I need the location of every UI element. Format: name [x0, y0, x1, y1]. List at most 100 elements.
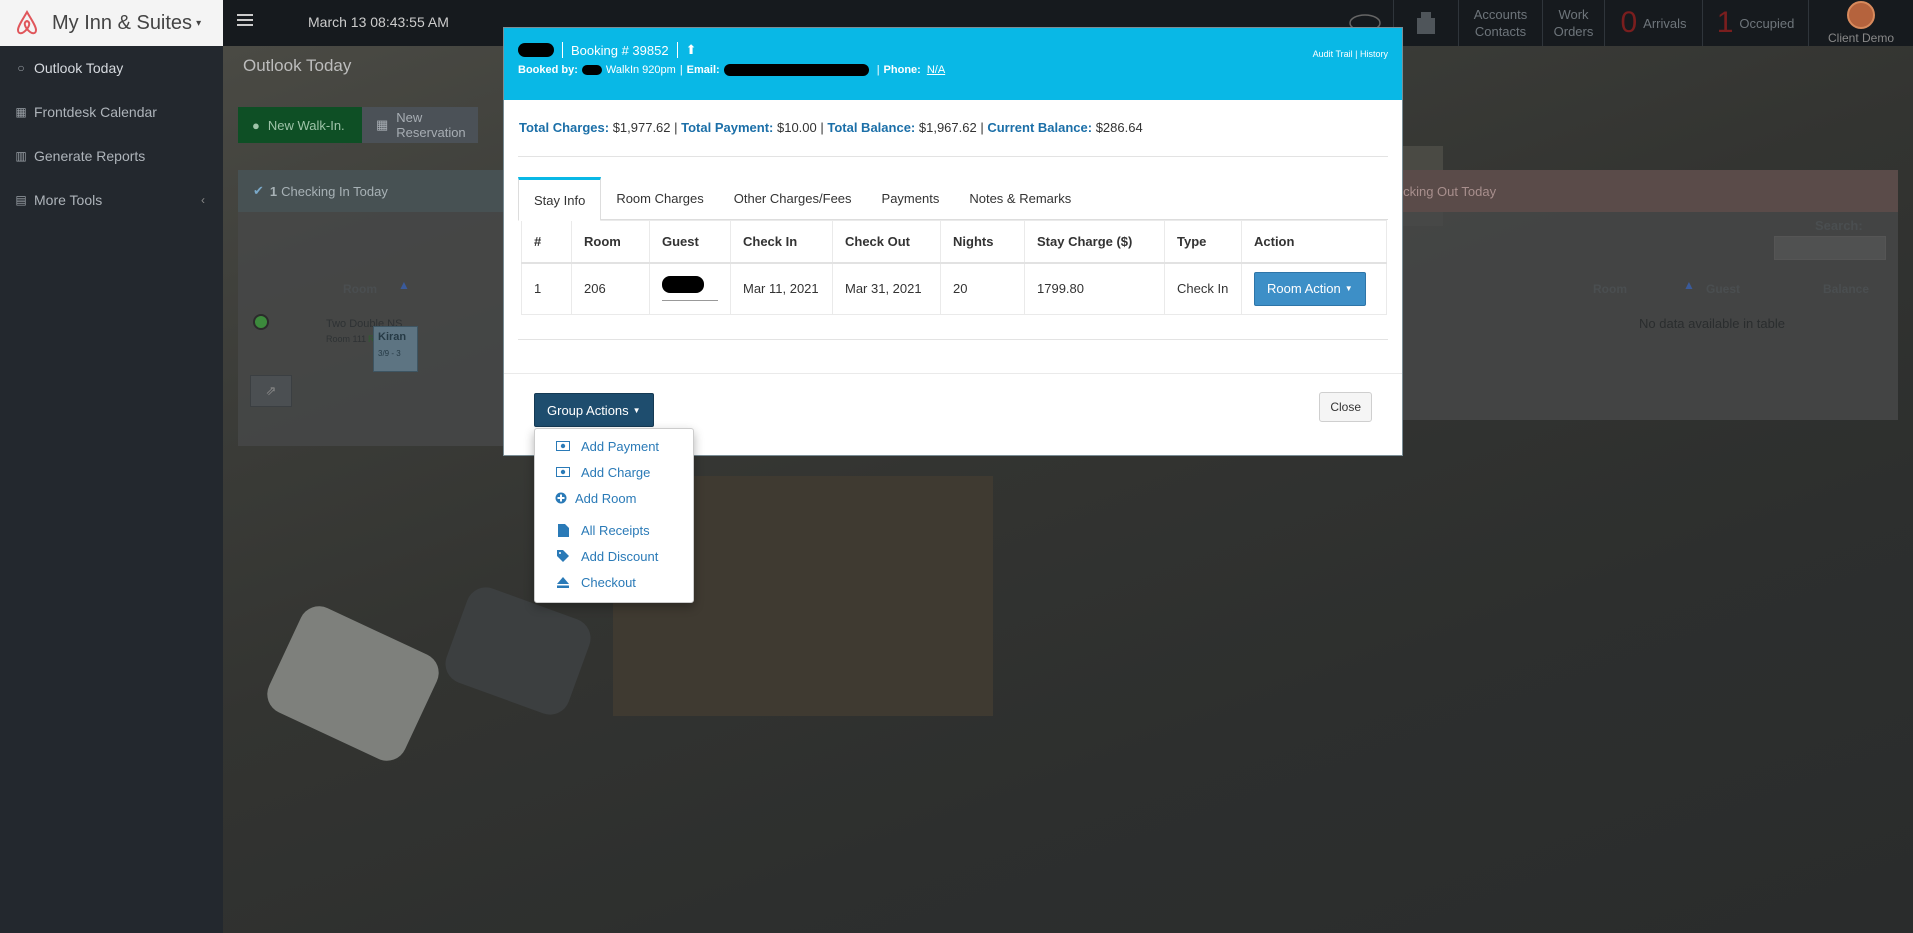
- tab-stay-info[interactable]: Stay Info: [518, 177, 602, 221]
- checking-out-header: 0 Checking Out Today: [1353, 170, 1898, 212]
- tab-notes-remarks[interactable]: Notes & Remarks: [954, 177, 1086, 220]
- calendar-icon: ▦: [15, 105, 27, 119]
- total-balance-value: $1,967.62: [918, 120, 977, 135]
- room-action-label: Room Action: [1267, 281, 1341, 297]
- row-stay-charge: 1799.80: [1024, 262, 1165, 315]
- col-room-header[interactable]: Room: [343, 282, 377, 296]
- total-charges-label: Total Charges:: [519, 120, 610, 135]
- sidebar-item-frontdesk-calendar[interactable]: ▦ Frontdesk Calendar: [0, 90, 223, 134]
- col-room-header[interactable]: Room: [1593, 282, 1627, 296]
- sidebar: My Inn & Suites ▾ ○ Outlook Today ▦ Fron…: [0, 0, 223, 933]
- new-walkin-button[interactable]: ● New Walk-In.: [238, 107, 362, 143]
- col-balance-header[interactable]: Balance: [1823, 282, 1869, 296]
- no-data-message: No data available in table: [1639, 316, 1785, 331]
- sidebar-item-generate-reports[interactable]: ▥ Generate Reports: [0, 134, 223, 178]
- arrivals-label: Arrivals: [1643, 15, 1687, 31]
- occupied-count: 1: [1716, 6, 1734, 39]
- room-number: Room 111: [326, 334, 367, 344]
- row-nights: 20: [940, 262, 1025, 315]
- stay-info-table: # Room Guest Check In Check Out Nights S…: [521, 220, 1387, 315]
- eject-icon: [555, 576, 571, 588]
- tab-payments[interactable]: Payments: [867, 177, 955, 220]
- redacted-guest-name: [662, 276, 704, 294]
- group-actions-button[interactable]: Group Actions ▼: [534, 393, 654, 427]
- money-icon: [555, 467, 571, 477]
- accounts-contacts-link[interactable]: Accounts Contacts: [1458, 0, 1542, 46]
- col-type-header: Type: [1164, 220, 1242, 264]
- sort-asc-icon[interactable]: ▲: [398, 278, 410, 292]
- col-room-header: Room: [571, 220, 650, 264]
- file-icon: [555, 523, 571, 537]
- row-action: Room Action ▼: [1241, 262, 1387, 315]
- close-button[interactable]: Close: [1319, 392, 1372, 422]
- search-label: Search:: [1815, 218, 1863, 233]
- modal-footer-divider: [504, 373, 1402, 374]
- row-guest[interactable]: [649, 262, 731, 315]
- new-reservation-button[interactable]: ▦ New Reservation: [362, 107, 478, 143]
- brand-name: My Inn & Suites: [52, 11, 193, 34]
- checking-out-panel: 0 Checking Out Today Search: Room ▲ Gues…: [1353, 170, 1898, 420]
- tab-other-charges-fees[interactable]: Other Charges/Fees: [719, 177, 867, 220]
- menu-item-label: Add Payment: [581, 438, 660, 454]
- caret-down-icon: ▼: [632, 405, 641, 415]
- reservation-dates: 3/9 - 3: [378, 349, 401, 358]
- row-type: Check In: [1164, 262, 1242, 315]
- reservation-block[interactable]: Kiran 3/9 - 3: [373, 326, 418, 372]
- group-actions-dropdown: Add Payment Add Charge Add Room All Rece…: [534, 428, 694, 603]
- menu-item-label: All Receipts: [581, 522, 650, 538]
- table-header-row: # Room Guest Check In Check Out Nights S…: [521, 220, 1387, 264]
- menu-item-all-receipts[interactable]: All Receipts: [535, 517, 693, 543]
- menu-item-checkout[interactable]: Checkout: [535, 569, 693, 595]
- row-room: 206: [571, 262, 650, 315]
- total-payment-label: Total Payment:: [681, 120, 774, 135]
- upload-icon[interactable]: ⬆: [686, 42, 697, 58]
- current-balance-label: Current Balance:: [987, 120, 1093, 135]
- room-action-button[interactable]: Room Action ▼: [1254, 271, 1366, 306]
- modal-tabs: Stay Info Room Charges Other Charges/Fee…: [518, 177, 1388, 221]
- tag-icon: [555, 550, 571, 562]
- phone-value[interactable]: N/A: [927, 64, 945, 76]
- client-name: Client Demo: [1827, 31, 1895, 45]
- caret-down-icon: ▾: [196, 17, 202, 29]
- sort-asc-icon[interactable]: ▲: [1683, 278, 1695, 292]
- col-guest-header[interactable]: Guest: [1706, 282, 1740, 296]
- modal-header: Booking # 39852 ⬆ Booked by: WalkIn 920p…: [504, 28, 1402, 100]
- bar-chart-icon: ▥: [15, 149, 27, 163]
- total-balance-label: Total Balance:: [827, 120, 916, 135]
- sidebar-item-label: Frontdesk Calendar: [34, 104, 157, 120]
- row-check-in: Mar 11, 2021: [730, 262, 833, 315]
- external-link-icon[interactable]: ⇗: [250, 375, 292, 407]
- client-user-menu[interactable]: Client Demo: [1808, 0, 1913, 46]
- col-guest-header: Guest: [649, 220, 731, 264]
- occupied-counter[interactable]: 1 Occupied: [1702, 0, 1808, 46]
- row-number: 1: [521, 262, 572, 315]
- page-title: Outlook Today: [243, 56, 352, 75]
- search-input[interactable]: [1774, 236, 1886, 260]
- calendar-icon: ▦: [376, 117, 389, 132]
- phone-label: Phone:: [883, 64, 921, 76]
- menu-item-add-payment[interactable]: Add Payment: [535, 433, 693, 459]
- brand[interactable]: My Inn & Suites ▾: [0, 0, 223, 46]
- menu-item-add-room[interactable]: Add Room: [535, 485, 693, 511]
- work-orders-link[interactable]: Work Orders: [1542, 0, 1604, 46]
- menu-item-add-discount[interactable]: Add Discount: [535, 543, 693, 569]
- checking-in-count: 1: [269, 183, 278, 199]
- airbnb-logo-icon: [12, 8, 42, 38]
- hamburger-menu-icon[interactable]: [237, 12, 253, 28]
- col-check-out-header: Check Out: [832, 220, 941, 264]
- audit-trail-history-link[interactable]: Audit Trail | History: [1313, 49, 1388, 59]
- col-nights-header: Nights: [940, 220, 1025, 264]
- sidebar-item-more-tools[interactable]: ▤ More Tools ‹: [0, 178, 223, 222]
- sidebar-item-outlook-today[interactable]: ○ Outlook Today: [0, 46, 223, 90]
- chevron-left-icon: ‹: [201, 193, 205, 207]
- menu-item-add-charge[interactable]: Add Charge: [535, 459, 693, 485]
- redacted-guest-name: [518, 43, 554, 57]
- total-payment-value: $10.00: [776, 120, 817, 135]
- redacted-booker: [581, 65, 602, 75]
- expand-row-icon[interactable]: [253, 314, 269, 330]
- arrivals-counter[interactable]: 0 Arrivals: [1604, 0, 1702, 46]
- orders-label: Orders: [1553, 24, 1594, 39]
- tab-room-charges[interactable]: Room Charges: [601, 177, 718, 220]
- menu-item-label: Checkout: [581, 574, 636, 590]
- menu-item-label: Add Discount: [581, 548, 659, 564]
